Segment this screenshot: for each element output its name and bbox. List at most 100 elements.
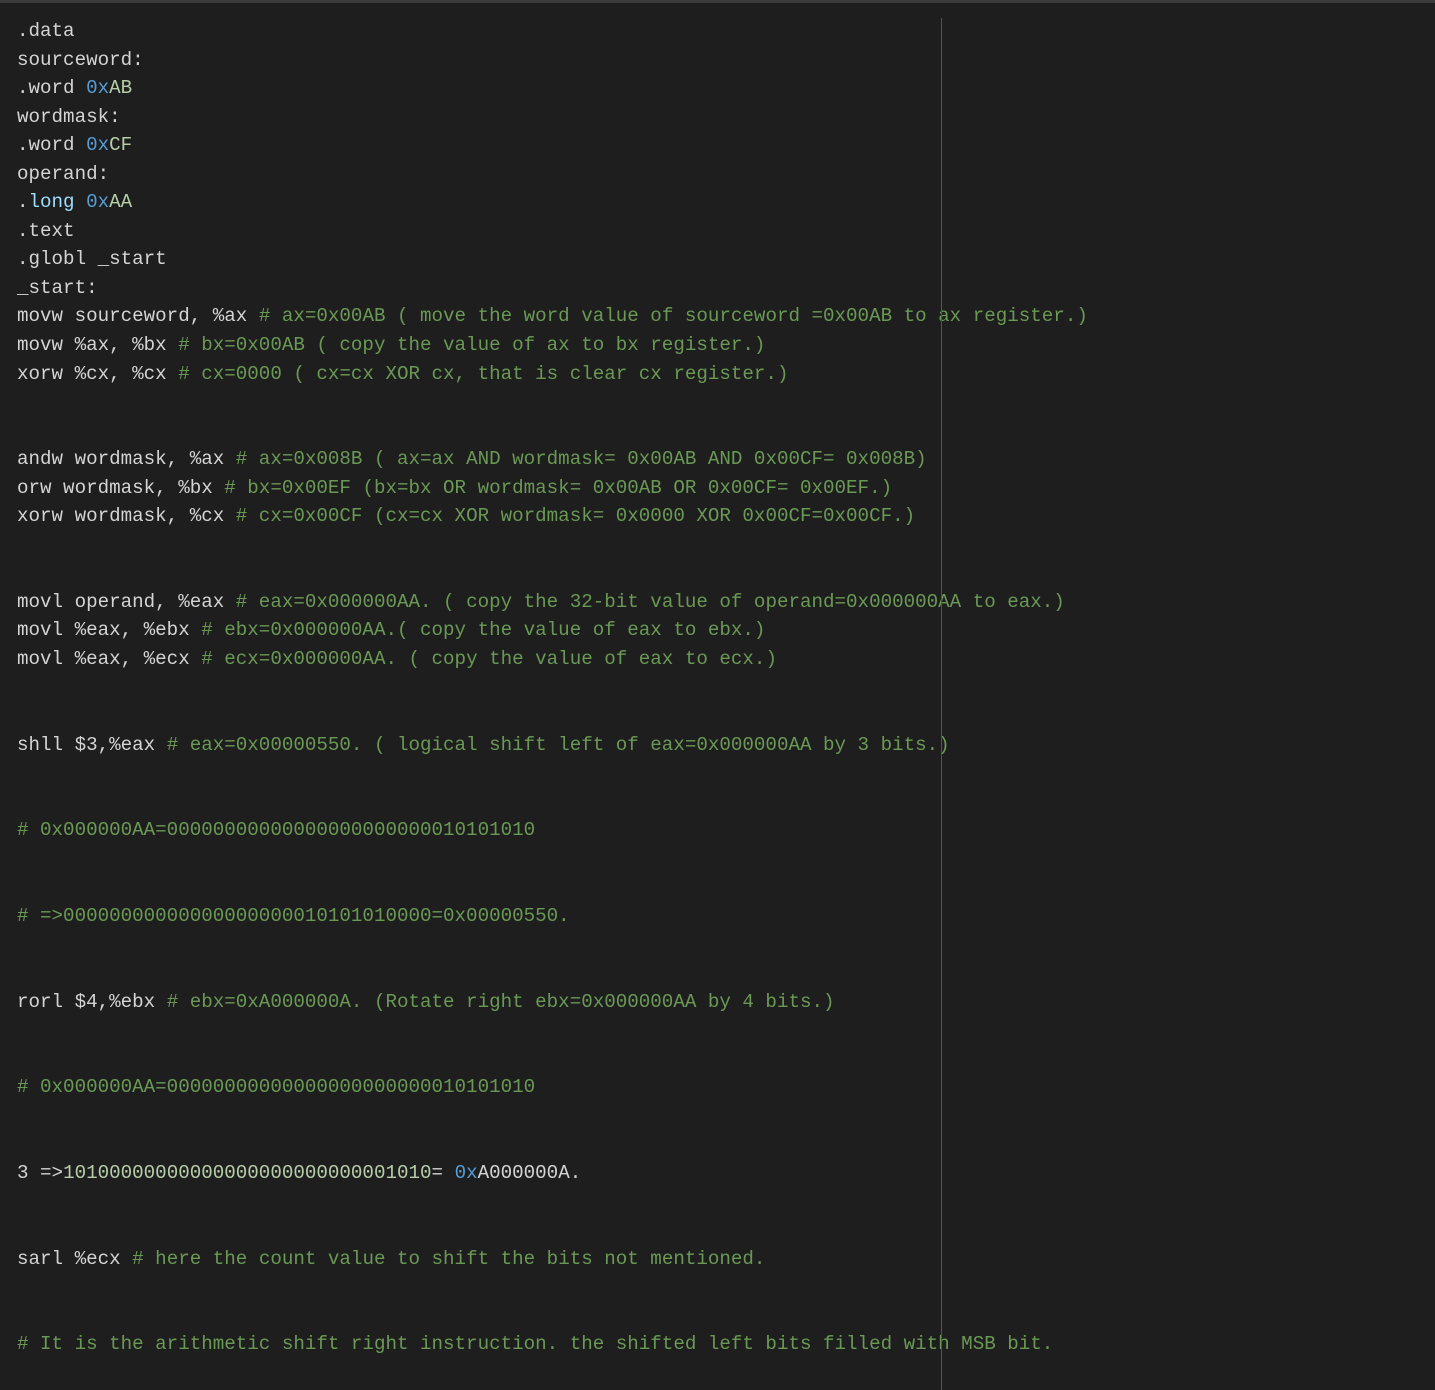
- token-comment: # ax=0x00AB ( move the word value of sou…: [258, 305, 1088, 328]
- code-line[interactable]: rorl $4,%ebx # ebx=0xA000000A. (Rotate r…: [17, 988, 1088, 1017]
- token-plain: .word: [17, 77, 87, 100]
- token-plain: .globl _start: [17, 248, 167, 271]
- blank-line[interactable]: [17, 1302, 1088, 1331]
- blank-line[interactable]: [17, 1187, 1088, 1216]
- blank-line[interactable]: [17, 1273, 1088, 1302]
- token-plain: movl %eax, %ebx: [17, 619, 202, 642]
- code-line[interactable]: .word 0xAB: [17, 74, 1088, 103]
- code-line[interactable]: andw wordmask, %ax # ax=0x008B ( ax=ax A…: [17, 445, 1088, 474]
- blank-line[interactable]: [17, 873, 1088, 902]
- token-plain: .data: [17, 20, 75, 42]
- token-plain: rorl $4,%ebx: [17, 990, 167, 1013]
- blank-line[interactable]: [17, 931, 1088, 960]
- code-line[interactable]: 3 =>10100000000000000000000000001010= 0x…: [17, 1159, 1088, 1188]
- token-plain: 3 =>: [17, 1161, 64, 1184]
- token-plain: .text: [17, 219, 75, 242]
- token-comment: # It is the arithmetic shift right instr…: [17, 1333, 1054, 1356]
- editor-ruler-guide: [941, 18, 942, 1390]
- token-comment: # bx=0x00AB ( copy the value of ax to bx…: [178, 334, 766, 357]
- code-line[interactable]: # =>00000000000000000000010101010000=0x0…: [17, 902, 1088, 931]
- code-line[interactable]: xorw %cx, %cx # cx=0000 ( cx=cx XOR cx, …: [17, 360, 1088, 389]
- blank-line[interactable]: [17, 417, 1088, 446]
- token-comment: # cx=0x00CF (cx=cx XOR wordmask= 0x0000 …: [235, 505, 916, 528]
- blank-line[interactable]: [17, 845, 1088, 874]
- token-prefix: 0x: [454, 1161, 478, 1184]
- code-line[interactable]: shll $3,%eax # eax=0x00000550. ( logical…: [17, 731, 1088, 760]
- blank-line[interactable]: [17, 1045, 1088, 1074]
- code-line[interactable]: orw wordmask, %bx # bx=0x00EF (bx=bx OR …: [17, 474, 1088, 503]
- token-comment: # bx=0x00EF (bx=bx OR wordmask= 0x00AB O…: [224, 476, 893, 499]
- blank-line[interactable]: [17, 1102, 1088, 1131]
- token-plain: wordmask:: [17, 105, 121, 128]
- token-plain: .word: [17, 134, 87, 157]
- token-plain: =: [431, 1161, 455, 1184]
- token-plain: A000000A.: [477, 1161, 582, 1184]
- token-prefix: 0x: [86, 191, 110, 214]
- token-prefix: 0x: [86, 134, 110, 157]
- code-line[interactable]: # 0x000000AA=000000000000000000000000101…: [17, 1073, 1088, 1102]
- blank-line[interactable]: [17, 1216, 1088, 1245]
- token-plain: movw sourceword, %ax: [17, 305, 259, 328]
- token-comment: # ax=0x008B ( ax=ax AND wordmask= 0x00AB…: [235, 448, 927, 471]
- code-line[interactable]: .text: [17, 217, 1088, 246]
- code-line[interactable]: movl operand, %eax # eax=0x000000AA. ( c…: [17, 588, 1088, 617]
- code-editor[interactable]: .data sourceword: .word 0xAB wordmask: .word…: [17, 17, 1088, 1359]
- blank-line[interactable]: [17, 559, 1088, 588]
- code-line[interactable]: movw sourceword, %ax # ax=0x00AB ( move …: [17, 302, 1088, 331]
- code-line[interactable]: operand:: [17, 160, 1088, 189]
- blank-line[interactable]: [17, 531, 1088, 560]
- code-line[interactable]: .globl _start: [17, 245, 1088, 274]
- code-line[interactable]: .long 0xAA: [17, 188, 1088, 217]
- token-plain: _start:: [17, 276, 98, 299]
- blank-line[interactable]: [17, 1016, 1088, 1045]
- blank-line[interactable]: [17, 674, 1088, 703]
- token-comment: # 0x000000AA=000000000000000000000000101…: [17, 1076, 536, 1099]
- token-num: CF: [109, 134, 133, 157]
- blank-line[interactable]: [17, 759, 1088, 788]
- token-plain: sourceword:: [17, 48, 144, 71]
- code-line[interactable]: movw %ax, %bx # bx=0x00AB ( copy the val…: [17, 331, 1088, 360]
- window-top-border: [0, 0, 1435, 3]
- blank-line[interactable]: [17, 788, 1088, 817]
- token-plain: sarl %ecx: [17, 1247, 133, 1270]
- token-plain: movl %eax, %ecx: [17, 648, 202, 671]
- code-line[interactable]: # It is the arithmetic shift right instr…: [17, 1330, 1088, 1359]
- code-line[interactable]: # 0x000000AA=000000000000000000000000101…: [17, 816, 1088, 845]
- token-plain: .: [17, 191, 29, 214]
- token-comment: # ebx=0x000000AA.( copy the value of eax…: [201, 619, 766, 642]
- token-comment: # ecx=0x000000AA. ( copy the value of ea…: [201, 648, 777, 671]
- token-comment: # 0x000000AA=000000000000000000000000101…: [17, 819, 536, 842]
- token-plain: movl operand, %eax: [17, 590, 236, 613]
- token-prefix: 0x: [86, 77, 110, 100]
- code-line[interactable]: movl %eax, %ebx # ebx=0x000000AA.( copy …: [17, 616, 1088, 645]
- token-comment: # ebx=0xA000000A. (Rotate right ebx=0x00…: [166, 990, 835, 1013]
- token-plain: xorw %cx, %cx: [17, 362, 179, 385]
- token-comment: # =>00000000000000000000010101010000=0x0…: [17, 904, 570, 927]
- code-line[interactable]: .data: [17, 17, 1088, 46]
- code-line[interactable]: .word 0xCF: [17, 131, 1088, 160]
- blank-line[interactable]: [17, 388, 1088, 417]
- token-num: AB: [109, 77, 133, 100]
- token-comment: # eax=0x00000550. ( logical shift left o…: [166, 733, 950, 756]
- code-line[interactable]: sourceword:: [17, 46, 1088, 75]
- token-num: AA: [109, 191, 133, 214]
- blank-line[interactable]: [17, 702, 1088, 731]
- token-plain: operand:: [17, 162, 110, 185]
- blank-line[interactable]: [17, 1130, 1088, 1159]
- token-num: 10100000000000000000000000001010: [63, 1161, 432, 1184]
- code-line[interactable]: movl %eax, %ecx # ecx=0x000000AA. ( copy…: [17, 645, 1088, 674]
- code-line[interactable]: _start:: [17, 274, 1088, 303]
- code-line[interactable]: wordmask:: [17, 103, 1088, 132]
- token-plain: andw wordmask, %ax: [17, 448, 236, 471]
- blank-line[interactable]: [17, 959, 1088, 988]
- code-line[interactable]: sarl %ecx # here the count value to shif…: [17, 1245, 1088, 1274]
- token-plain: movw %ax, %bx: [17, 334, 179, 357]
- token-plain: xorw wordmask, %cx: [17, 505, 236, 528]
- token-plain: shll $3,%eax: [17, 733, 167, 756]
- token-comment: # cx=0000 ( cx=cx XOR cx, that is clear …: [178, 362, 789, 385]
- token-plain: orw wordmask, %bx: [17, 476, 225, 499]
- token-kw: long: [28, 191, 75, 214]
- code-line[interactable]: xorw wordmask, %cx # cx=0x00CF (cx=cx XO…: [17, 502, 1088, 531]
- token-comment: # here the count value to shift the bits…: [132, 1247, 766, 1270]
